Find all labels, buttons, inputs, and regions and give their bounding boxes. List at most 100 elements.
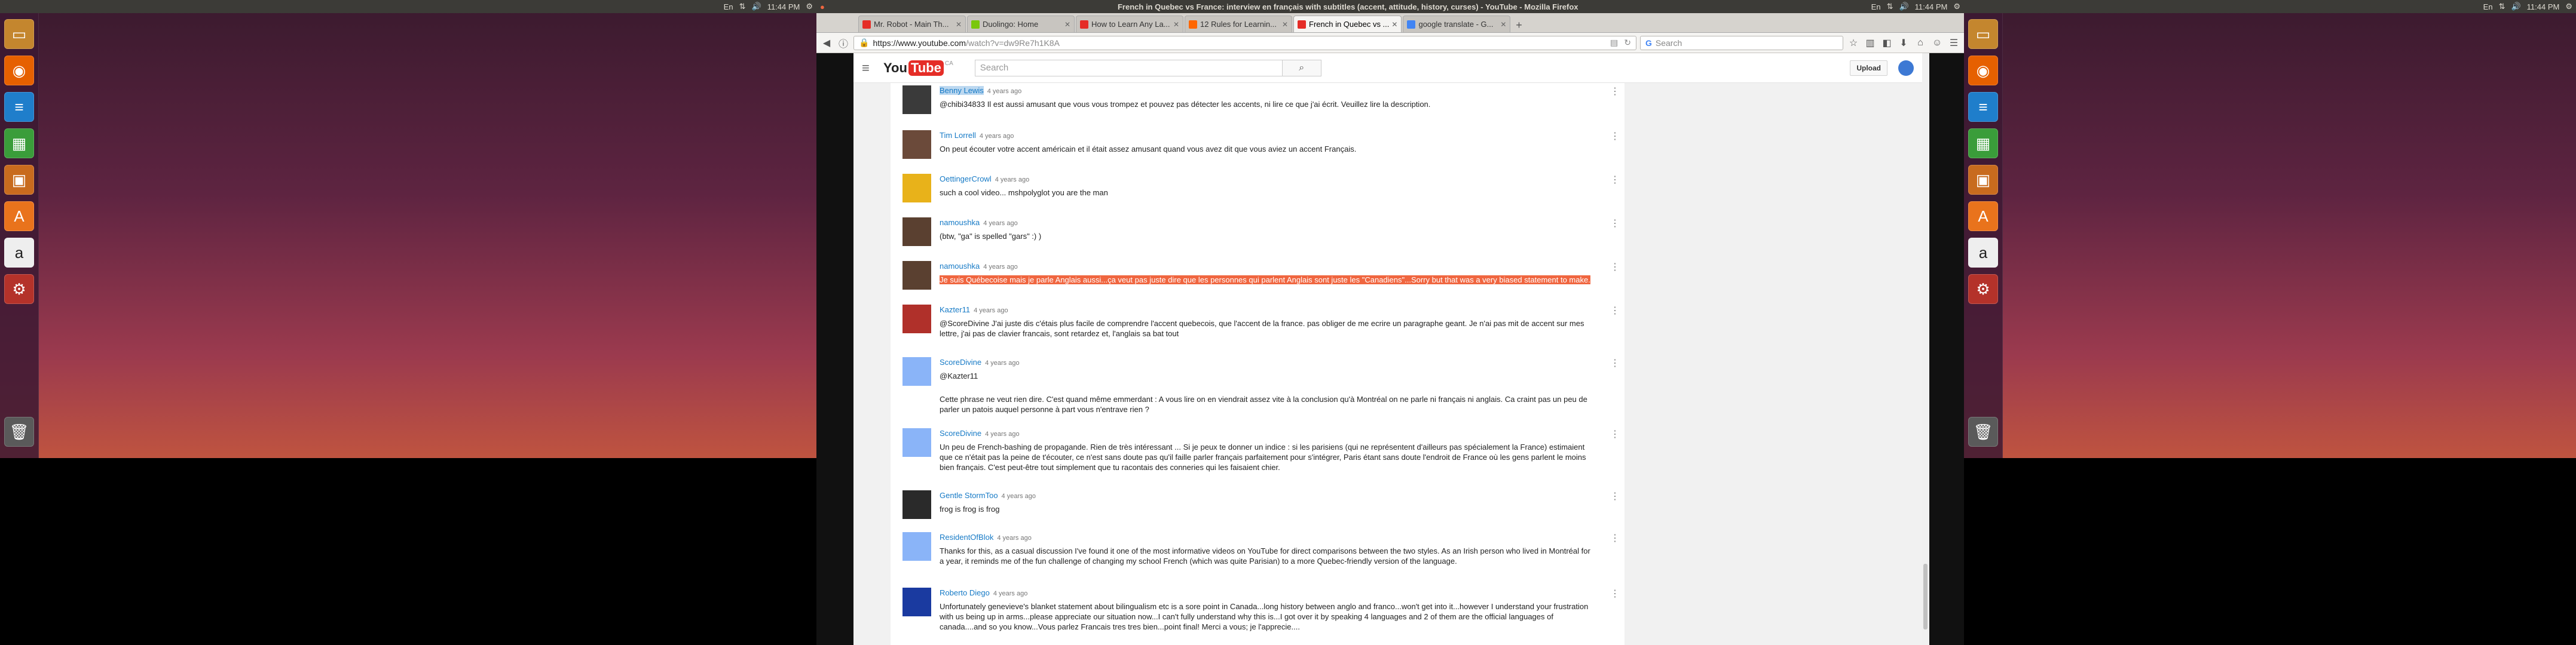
files-icon[interactable]: ▭ [4,19,34,49]
amazon-icon[interactable]: a [1968,238,1998,268]
avatar[interactable] [902,357,931,386]
comment-author[interactable]: ScoreDivine [940,358,981,367]
comment-author[interactable]: ResidentOfBlok [940,533,993,542]
close-tab-icon[interactable]: ✕ [1282,20,1288,29]
comment-author[interactable]: Kazter11 [940,305,970,314]
network-icon[interactable]: ⇅ [2499,2,2505,11]
sound-icon[interactable]: 🔊 [1899,2,1908,11]
files-icon[interactable]: ▭ [1968,19,1998,49]
amazon-icon[interactable]: a [4,238,34,268]
youtube-logo[interactable]: You Tube CA [883,60,953,76]
avatar[interactable] [1898,60,1914,76]
keyboard-indicator[interactable]: En [1871,2,1881,11]
menu-icon[interactable]: ☰ [1947,36,1960,50]
reader-icon[interactable]: ▤ [1610,38,1618,48]
scrollbar[interactable] [1922,53,1929,645]
search-icon[interactable]: ⌕ [1281,60,1321,76]
browser-tab[interactable]: 12 Rules for Learnin... ✕ [1185,16,1292,32]
more-vert-icon[interactable]: ⋮ [1610,428,1620,440]
more-vert-icon[interactable]: ⋮ [1610,532,1620,544]
url-bar[interactable]: 🔒 https://www.youtube.com/watch?v=dw9Re7… [853,35,1636,50]
comment-time[interactable]: 4 years ago [997,535,1031,542]
sound-icon[interactable]: 🔊 [2511,2,2520,11]
browser-tab[interactable]: Duolingo: Home ✕ [967,16,1075,32]
avatar[interactable] [902,130,931,159]
avatar[interactable] [902,261,931,290]
impress-icon[interactable]: ▣ [1968,165,1998,195]
comment-author[interactable]: Tim Lorrell [940,131,976,140]
back-icon[interactable]: ◀ [820,36,833,50]
close-tab-icon[interactable]: ✕ [1064,20,1070,29]
clock[interactable]: 11:44 PM [1915,2,1948,11]
youtube-search-input[interactable]: Search [975,60,1282,76]
sound-icon[interactable]: 🔊 [751,2,761,11]
comment-time[interactable]: 4 years ago [995,176,1029,183]
clock[interactable]: 11:44 PM [2527,2,2560,11]
more-vert-icon[interactable]: ⋮ [1610,85,1620,97]
comment-time[interactable]: 4 years ago [974,307,1008,314]
comment-author[interactable]: Benny Lewis [940,86,984,95]
calc-icon[interactable]: ▦ [1968,128,1998,158]
browser-tab[interactable]: Mr. Robot - Main Th... ✕ [858,16,966,32]
settings-icon[interactable]: ⚙ [4,274,34,304]
gear-icon[interactable]: ⚙ [1953,2,1960,11]
avatar[interactable] [902,428,931,457]
avatar[interactable] [902,532,931,561]
comment-time[interactable]: 4 years ago [983,220,1017,227]
comment-time[interactable]: 4 years ago [985,431,1019,438]
download-icon[interactable]: ⬇ [1897,36,1910,50]
more-vert-icon[interactable]: ⋮ [1610,261,1620,273]
pocket-icon[interactable]: ◧ [1880,36,1893,50]
comment-time[interactable]: 4 years ago [1002,493,1036,500]
more-vert-icon[interactable]: ⋮ [1610,130,1620,142]
bookmark-icon[interactable]: ☆ [1847,36,1860,50]
new-tab-icon[interactable]: + [1512,18,1526,32]
scrollbar-thumb[interactable] [1923,564,1928,629]
info-icon[interactable]: ⓘ [837,36,850,50]
comment-author[interactable]: OettingerCrowl [940,174,992,183]
software-center-icon[interactable]: A [1968,201,1998,231]
impress-icon[interactable]: ▣ [4,165,34,195]
comment-time[interactable]: 4 years ago [980,133,1014,140]
avatar[interactable] [902,217,931,246]
firefox-icon[interactable]: ◉ [1968,56,1998,85]
avatar[interactable] [902,588,931,616]
keyboard-indicator[interactable]: En [2483,2,2493,11]
browser-tab[interactable]: French in Quebec vs ... ✕ [1293,16,1402,32]
more-vert-icon[interactable]: ⋮ [1610,174,1620,186]
comment-author[interactable]: namoushka [940,218,980,227]
calc-icon[interactable]: ▦ [4,128,34,158]
bookmarks-list-icon[interactable]: ▥ [1864,36,1877,50]
comment-time[interactable]: 4 years ago [987,88,1021,95]
trash-icon[interactable]: 🗑 [1968,417,1998,447]
more-vert-icon[interactable]: ⋮ [1610,357,1620,369]
chat-icon[interactable]: ☺ [1931,36,1944,50]
comment-author[interactable]: ScoreDivine [940,429,981,438]
settings-icon[interactable]: ⚙ [1968,274,1998,304]
avatar[interactable] [902,85,931,114]
close-tab-icon[interactable]: ✕ [956,20,962,29]
writer-icon[interactable]: ≡ [1968,92,1998,122]
browser-tab[interactable]: How to Learn Any La... ✕ [1076,16,1183,32]
close-tab-icon[interactable]: ✕ [1173,20,1179,29]
comment-author[interactable]: namoushka [940,262,980,271]
more-vert-icon[interactable]: ⋮ [1610,588,1620,600]
clock[interactable]: 11:44 PM [767,2,800,11]
writer-icon[interactable]: ≡ [4,92,34,122]
reload-icon[interactable]: ↻ [1624,38,1631,48]
network-icon[interactable]: ⇅ [739,2,746,11]
avatar[interactable] [902,174,931,202]
comment-author[interactable]: Roberto Diego [940,588,990,597]
guide-menu-icon[interactable]: ≡ [862,60,883,76]
more-vert-icon[interactable]: ⋮ [1610,490,1620,502]
comment-time[interactable]: 4 years ago [985,360,1019,367]
avatar[interactable] [902,490,931,519]
avatar[interactable] [902,305,931,333]
upload-button[interactable]: Upload [1850,60,1887,76]
firefox-icon[interactable]: ◉ [4,56,34,85]
keyboard-indicator[interactable]: En [724,2,733,11]
close-tab-icon[interactable]: ✕ [1391,20,1397,29]
gear-icon[interactable]: ⚙ [2565,2,2572,11]
browser-search[interactable]: G Search [1640,35,1843,50]
home-icon[interactable]: ⌂ [1914,36,1927,50]
